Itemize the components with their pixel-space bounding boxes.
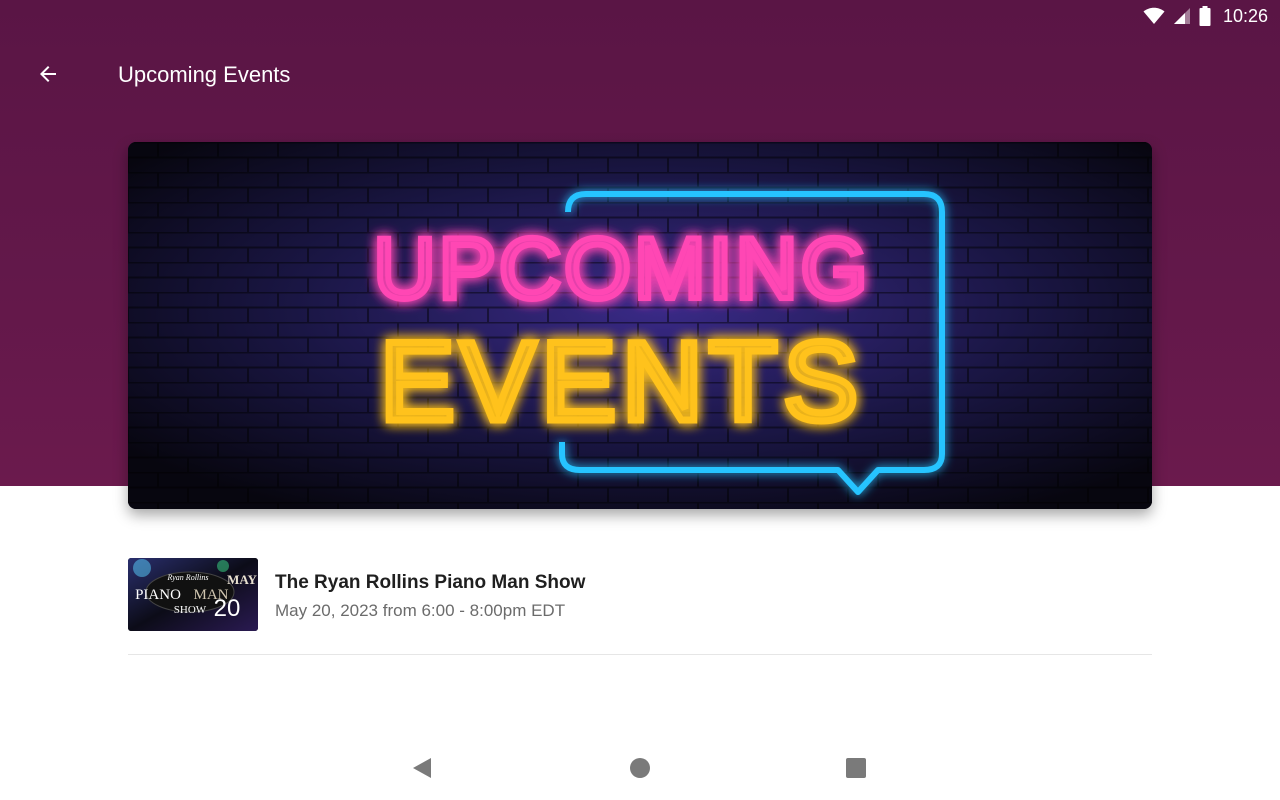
app-bar: Upcoming Events [0, 48, 1280, 104]
banner-line-2: EVENTS [380, 319, 864, 444]
arrow-back-icon [36, 62, 60, 91]
nav-back-icon [411, 756, 433, 785]
cell-signal-icon [1173, 7, 1191, 25]
nav-recents-button[interactable] [842, 756, 870, 784]
event-title: The Ryan Rollins Piano Man Show [275, 572, 586, 593]
thumb-word-3: SHOW [174, 604, 207, 616]
status-bar: 10:26 [0, 0, 1280, 32]
status-time: 10:26 [1222, 5, 1268, 26]
nav-home-button[interactable] [626, 756, 654, 784]
list-item[interactable]: Ryan Rollins MAY PIANO MAN SHOW 20 The R… [128, 546, 1152, 655]
wifi-icon [1143, 7, 1165, 25]
nav-recents-icon [845, 757, 867, 784]
event-date: May 20, 2023 from 6:00 - 8:00pm EDT [275, 601, 566, 620]
back-button[interactable] [24, 52, 72, 100]
thumb-day: 20 [214, 595, 241, 622]
system-nav-bar [0, 736, 1280, 800]
thumb-month: MAY [227, 572, 257, 587]
screen: 10:26 Upcoming Events UPCOMING EVENTS Ry… [0, 0, 1280, 800]
page-title: Upcoming Events [118, 62, 291, 87]
battery-icon [1199, 6, 1211, 26]
upcoming-events-banner: UPCOMING EVENTS [128, 142, 1152, 509]
nav-back-button[interactable] [408, 756, 436, 784]
thumb-name: Ryan Rollins [167, 573, 209, 582]
event-list: Ryan Rollins MAY PIANO MAN SHOW 20 The R… [128, 546, 1152, 655]
event-thumbnail: Ryan Rollins MAY PIANO MAN SHOW 20 [128, 558, 258, 631]
nav-home-icon [629, 757, 651, 784]
thumb-word-1: PIANO [135, 587, 181, 603]
banner-line-1: UPCOMING [374, 221, 871, 317]
